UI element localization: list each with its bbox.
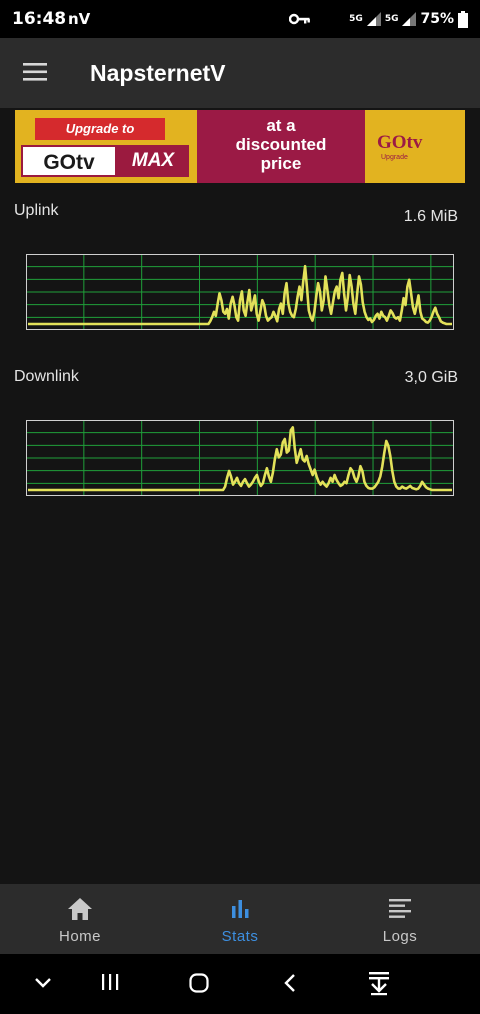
network-type-label: 5G <box>384 14 399 24</box>
uplink-value: 1.6 MiB <box>403 208 458 225</box>
banner-left: Upgrade to GOtv MAX <box>19 118 197 178</box>
chevron-down-icon[interactable] <box>33 976 53 990</box>
nav-item-home[interactable]: Home <box>0 884 160 954</box>
battery-percentage: 75% <box>420 11 454 27</box>
uplink-graph <box>26 254 454 330</box>
page-title: NapsternetV <box>90 60 226 86</box>
stats-content: Upgrade to GOtv MAX at a discounted pric… <box>0 108 480 884</box>
downlink-graph <box>26 420 454 496</box>
banner-headline: at a discounted price <box>197 110 365 183</box>
banner-logo: GOtv <box>21 145 117 177</box>
downlink-label: Downlink <box>14 368 79 385</box>
recent-apps-icon[interactable] <box>99 972 121 992</box>
vpn-key-icon <box>289 13 311 25</box>
status-bar: 16:48 nV 5G 5G 75% <box>0 0 480 38</box>
status-icons: 5G 5G 75% <box>289 6 468 32</box>
downlink-series-line <box>28 426 452 492</box>
list-lines-icon <box>389 899 411 918</box>
signal-icon <box>366 12 381 26</box>
home-icon <box>68 898 92 920</box>
banner-headline-line3: price <box>260 154 302 173</box>
status-carrier: nV <box>68 10 91 28</box>
banner-right-sub: Upgrade <box>381 154 408 161</box>
nav-label-home: Home <box>58 928 101 945</box>
system-navigation-bar <box>0 954 480 1014</box>
banner-headline-line1: at a <box>266 116 296 135</box>
back-icon[interactable] <box>282 972 298 994</box>
downlink-value: 3,0 GiB <box>404 369 458 386</box>
banner-max: MAX <box>117 145 189 177</box>
home-circle-icon[interactable] <box>188 972 210 994</box>
uplink-series-line <box>28 264 452 326</box>
advertisement-banner[interactable]: Upgrade to GOtv MAX at a discounted pric… <box>15 110 465 183</box>
download-icon[interactable] <box>367 970 391 996</box>
status-time: 16:48 <box>12 9 67 29</box>
battery-icon <box>458 10 468 28</box>
nav-label-stats: Stats <box>221 928 259 945</box>
hamburger-menu-icon[interactable] <box>22 62 48 82</box>
network-type-label: 5G <box>349 14 363 24</box>
banner-tag: Upgrade to <box>35 118 165 140</box>
banner-headline-line2: discounted <box>235 135 327 154</box>
app-bar: NapsternetV <box>0 38 480 108</box>
nav-item-stats[interactable]: Stats <box>160 884 320 954</box>
signal-icon <box>402 12 417 26</box>
uplink-label: Uplink <box>14 202 59 219</box>
banner-right-logo: GOtv <box>377 132 423 153</box>
nav-item-logs[interactable]: Logs <box>320 884 480 954</box>
bar-chart-icon <box>232 900 249 918</box>
nav-label-logs: Logs <box>382 928 418 945</box>
bottom-navigation: Home Stats Logs <box>0 884 480 954</box>
